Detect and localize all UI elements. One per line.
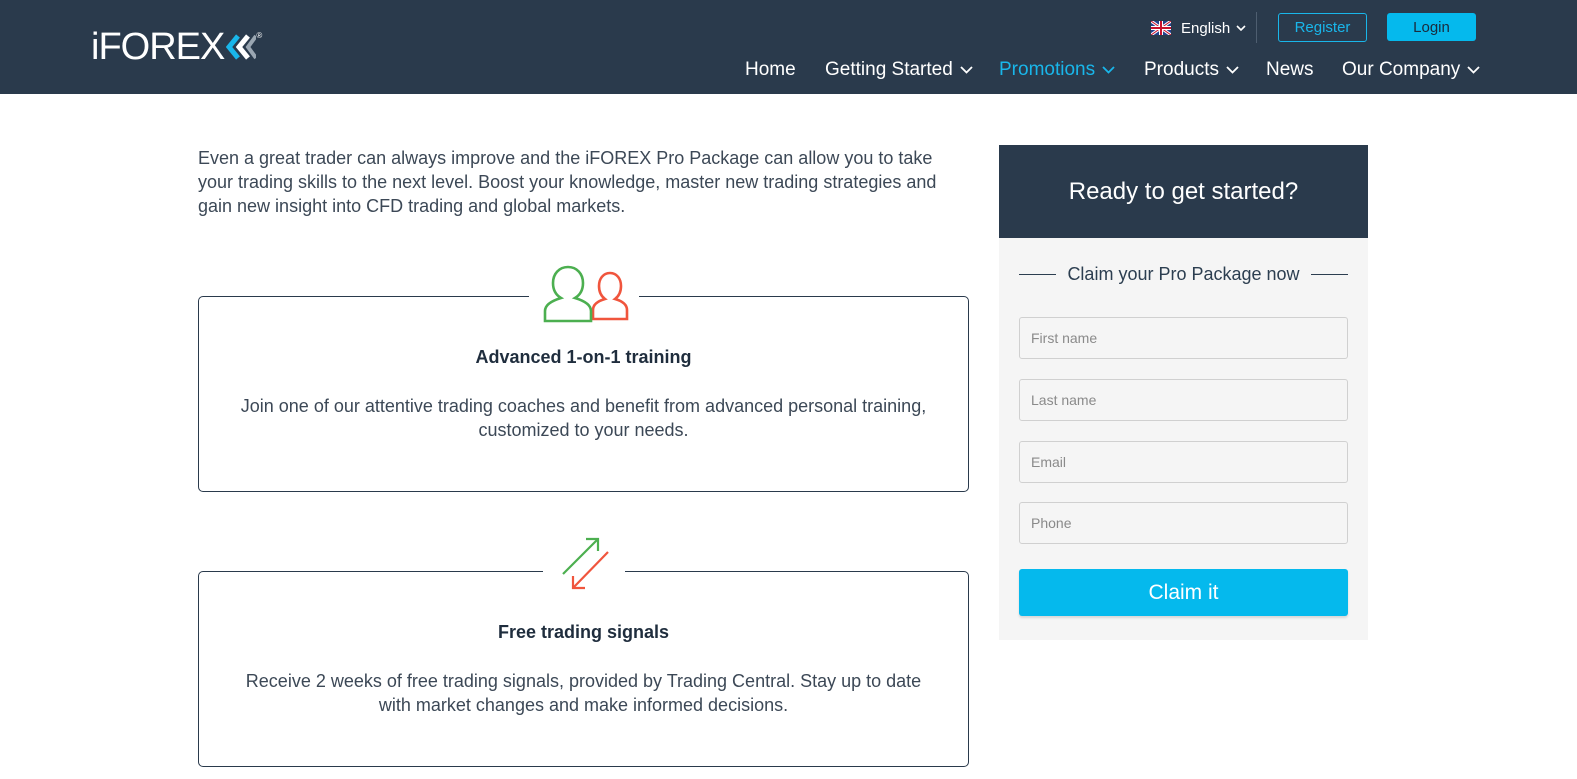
logo-text: iFOREX	[91, 26, 225, 68]
divider-line	[1310, 273, 1348, 275]
phone-field[interactable]	[1019, 502, 1348, 544]
feature-card-training: Advanced 1-on-1 training Join one of our…	[198, 261, 969, 492]
nav-item-news[interactable]: News	[1266, 58, 1314, 82]
nav-item-getting-started[interactable]: Getting Started	[825, 58, 973, 82]
nav-label: News	[1266, 59, 1314, 80]
language-label: English	[1181, 19, 1231, 37]
feature-description: Join one of our attentive trading coache…	[240, 396, 927, 440]
header-divider	[1256, 12, 1257, 43]
feature-description: Receive 2 weeks of free trading signals,…	[245, 671, 922, 715]
chevron-down-icon	[1226, 66, 1239, 74]
iforex-logo[interactable]: iFOREX ®	[91, 28, 262, 66]
users-icon	[529, 261, 639, 323]
logo-chevrons-icon	[226, 34, 257, 60]
email-field[interactable]	[1019, 441, 1348, 483]
register-button[interactable]: Register	[1278, 13, 1367, 42]
claim-it-button[interactable]: Claim it	[1019, 569, 1348, 616]
signup-heading: Ready to get started?	[999, 145, 1368, 238]
nav-label: Our Company	[1342, 59, 1461, 80]
nav-label: Promotions	[999, 59, 1096, 80]
feature-title: Advanced 1-on-1 training	[475, 347, 692, 367]
divider-line	[1019, 273, 1056, 275]
subheading-text: Claim your Pro Package now	[1067, 263, 1300, 284]
logo-registered-mark: ®	[256, 30, 263, 40]
feature-title: Free trading signals	[497, 622, 670, 642]
chevron-down-icon	[960, 66, 973, 74]
nav-item-promotions[interactable]: Promotions	[999, 58, 1115, 82]
chevron-down-icon	[1236, 25, 1246, 31]
nav-label: Products	[1144, 59, 1219, 80]
nav-item-our-company[interactable]: Our Company	[1342, 58, 1480, 82]
uk-flag-icon	[1151, 21, 1171, 35]
first-name-field[interactable]	[1019, 317, 1348, 359]
login-button[interactable]: Login	[1387, 13, 1476, 41]
nav-item-home[interactable]: Home	[745, 58, 796, 82]
nav-label: Getting Started	[825, 59, 953, 80]
site-header: iFOREX ® English Register Login Home Get…	[0, 0, 1577, 94]
last-name-field[interactable]	[1019, 379, 1348, 421]
signup-subheading: Claim your Pro Package now	[1019, 262, 1348, 286]
language-selector[interactable]: English	[1151, 18, 1246, 38]
nav-label: Home	[745, 59, 796, 80]
intro-paragraph: Even a great trader can always improve a…	[198, 148, 937, 216]
chevron-down-icon	[1467, 66, 1480, 74]
chevron-down-icon	[1102, 66, 1115, 74]
signup-panel: Ready to get started? Claim your Pro Pac…	[999, 145, 1368, 640]
exchange-arrows-icon	[543, 536, 625, 594]
feature-card-signals: Free trading signals Receive 2 weeks of …	[198, 536, 969, 767]
nav-item-products[interactable]: Products	[1144, 58, 1239, 82]
